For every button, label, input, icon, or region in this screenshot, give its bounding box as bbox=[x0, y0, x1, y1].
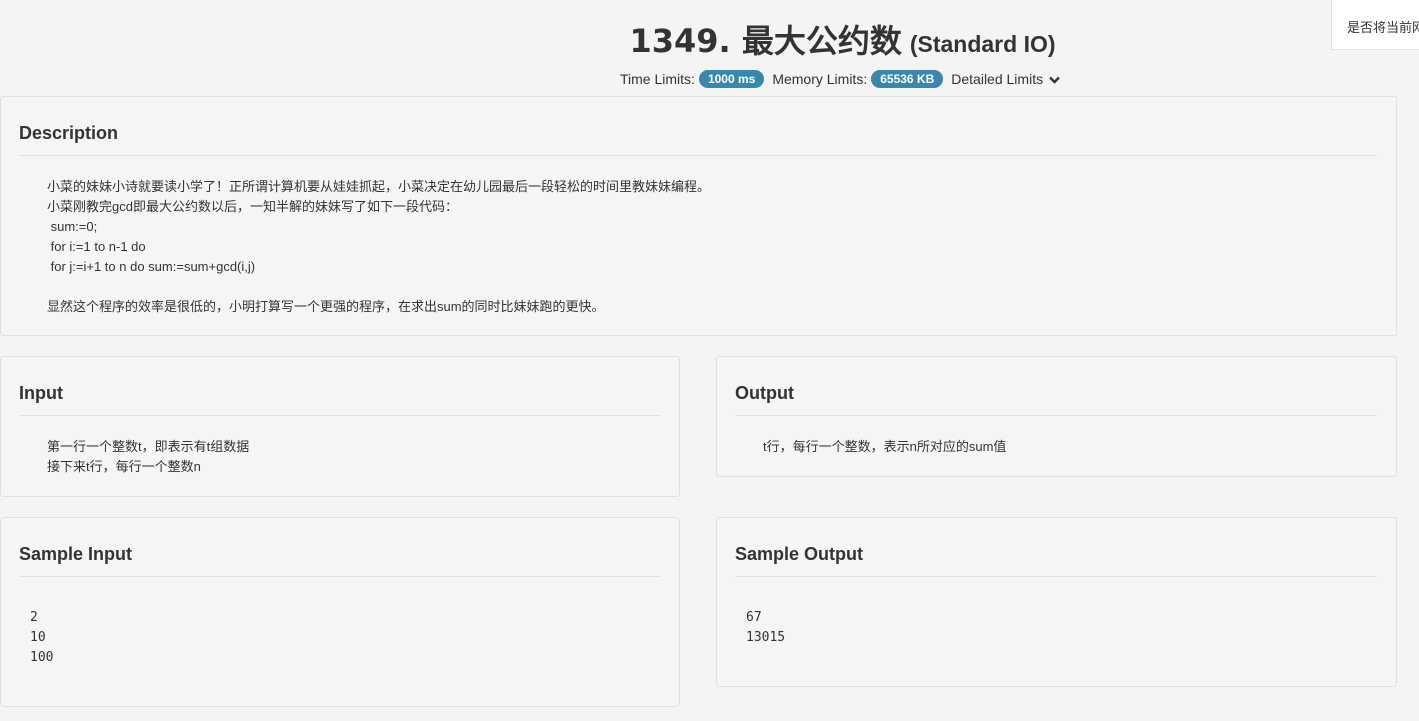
translate-notice[interactable]: 是否将当前网 bbox=[1331, 0, 1419, 50]
sample-input-code: 2 10 100 bbox=[30, 610, 54, 665]
problem-io-type: (Standard IO) bbox=[909, 31, 1056, 57]
divider bbox=[19, 155, 1377, 156]
memory-limit-label: Memory Limits: bbox=[772, 71, 868, 87]
sample-input-heading: Sample Input bbox=[19, 544, 133, 564]
problem-header: 1349. 最大公约数 (Standard IO) Time Limits: 10… bbox=[0, 0, 1419, 96]
divider bbox=[19, 576, 660, 577]
detailed-limits-label[interactable]: Detailed Limits bbox=[951, 71, 1043, 87]
title-row: 1349. 最大公约数 (Standard IO) bbox=[0, 16, 1419, 62]
time-limit-badge: 1000 ms bbox=[698, 70, 765, 88]
sample-output-panel: Sample Output 67 13015 bbox=[716, 517, 1397, 687]
input-heading: Input bbox=[19, 383, 63, 403]
detailed-limits-toggle[interactable]: Detailed Limits bbox=[951, 71, 1060, 87]
chevron-down-icon[interactable] bbox=[1049, 75, 1060, 87]
output-heading: Output bbox=[735, 383, 794, 403]
description-text: 小菜的妹妹小诗就要读小学了！正所谓计算机要从娃娃抓起，小菜决定在幼儿园最后一段轻… bbox=[47, 179, 711, 314]
divider bbox=[19, 415, 660, 416]
input-text: 第一行一个整数t，即表示有t组数据 接下来t行，每行一个整数n bbox=[47, 439, 250, 474]
sample-input-panel: Sample Input 2 10 100 bbox=[0, 517, 680, 707]
description-heading: Description bbox=[19, 123, 119, 143]
output-text: t行，每行一个整数，表示n所对应的sum值 bbox=[763, 439, 1007, 454]
divider bbox=[735, 576, 1377, 577]
input-panel: Input 第一行一个整数t，即表示有t组数据 接下来t行，每行一个整数n bbox=[0, 356, 680, 497]
divider bbox=[735, 415, 1377, 416]
time-limit-label: Time Limits: bbox=[620, 71, 695, 87]
problem-title: 1349. 最大公约数 bbox=[629, 22, 902, 60]
problem-page: 1349. 最大公约数 (Standard IO) Time Limits: 10… bbox=[0, 0, 1419, 721]
sample-output-heading: Sample Output bbox=[735, 544, 864, 564]
output-panel: Output t行，每行一个整数，表示n所对应的sum值 bbox=[716, 356, 1397, 477]
sample-output-code: 67 13015 bbox=[746, 610, 786, 645]
memory-limit-badge: 65536 KB bbox=[871, 70, 944, 88]
description-panel: Description 小菜的妹妹小诗就要读小学了！正所谓计算机要从娃娃抓起，小… bbox=[0, 96, 1397, 336]
limits-row: Time Limits: 1000 ms Memory Limits: 6553… bbox=[620, 69, 1060, 89]
